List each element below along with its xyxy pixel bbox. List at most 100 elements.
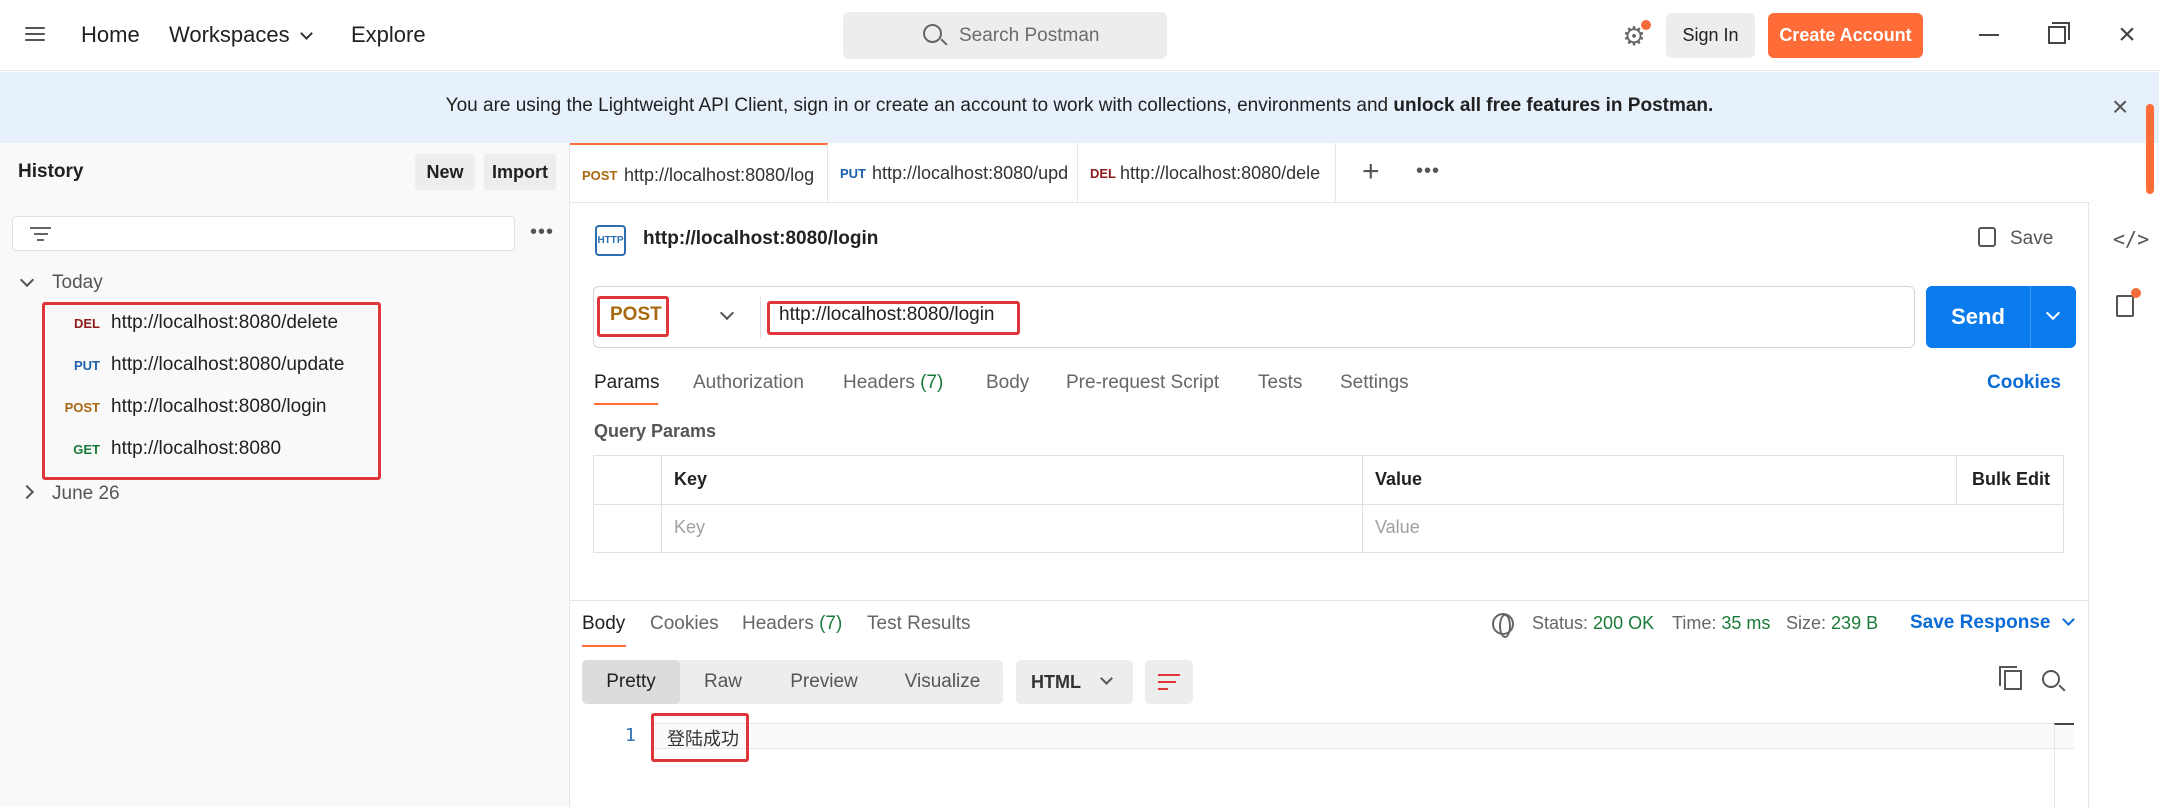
chevron-down-icon[interactable] bbox=[719, 305, 735, 321]
history-group-june-26[interactable]: June 26 bbox=[19, 483, 120, 505]
save-response-label: Save Response bbox=[1910, 612, 2051, 633]
nav-explore[interactable]: Explore bbox=[351, 22, 426, 48]
line-number: 1 bbox=[625, 725, 636, 746]
tab-params[interactable]: Params bbox=[594, 372, 659, 394]
highlight-box bbox=[597, 296, 669, 337]
language-label: HTML bbox=[1031, 672, 1081, 692]
request-title[interactable]: http://localhost:8080/login bbox=[643, 228, 878, 250]
column-header-key: Key bbox=[674, 469, 708, 489]
format-pretty[interactable]: Pretty bbox=[582, 660, 680, 704]
format-visualize[interactable]: Visualize bbox=[882, 660, 1003, 704]
status-readout[interactable]: Status: 200 OK bbox=[1532, 613, 1654, 634]
code-snippet-icon[interactable]: </> bbox=[2113, 227, 2149, 251]
cookies-link[interactable]: Cookies bbox=[1987, 372, 2061, 394]
headers-count: (7) bbox=[920, 372, 944, 393]
search-icon[interactable] bbox=[2042, 670, 2060, 688]
active-tab-indicator bbox=[594, 403, 658, 405]
copy-icon[interactable] bbox=[1999, 666, 2022, 690]
menu-icon[interactable] bbox=[25, 27, 45, 43]
banner-bold-message: unlock all free features in Postman. bbox=[1393, 95, 1714, 116]
format-preview[interactable]: Preview bbox=[766, 660, 882, 704]
close-window-icon[interactable]: × bbox=[2114, 20, 2140, 50]
method-badge: POST bbox=[582, 168, 618, 183]
globe-icon[interactable] bbox=[1492, 613, 1514, 638]
save-icon bbox=[1978, 227, 1996, 247]
documentation-icon[interactable] bbox=[2116, 288, 2141, 317]
time-value: 35 ms bbox=[1721, 613, 1771, 633]
tab-del-delete[interactable]: DEL http://localhost:8080/dele bbox=[1078, 143, 1336, 203]
send-button-divider bbox=[2030, 286, 2031, 348]
save-response-button[interactable]: Save Response bbox=[1910, 612, 2076, 634]
table-divider bbox=[594, 504, 2063, 505]
tab-response-headers[interactable]: Headers (7) bbox=[742, 613, 842, 635]
tab-tests[interactable]: Tests bbox=[1258, 372, 1302, 394]
search-bar[interactable]: Search Postman bbox=[843, 12, 1167, 59]
tab-url: http://localhost:8080/log bbox=[624, 165, 815, 185]
headers-count: (7) bbox=[819, 613, 843, 634]
tab-settings[interactable]: Settings bbox=[1340, 372, 1409, 394]
send-label: Send bbox=[1951, 304, 2005, 329]
tab-url: http://localhost:8080/upd bbox=[872, 163, 1069, 183]
highlight-box bbox=[42, 302, 381, 480]
key-input[interactable]: Key bbox=[674, 517, 705, 538]
tab-test-results[interactable]: Test Results bbox=[867, 613, 970, 635]
bulk-edit-button[interactable]: Bulk Edit bbox=[1972, 469, 2050, 490]
import-button[interactable]: Import bbox=[484, 154, 556, 190]
status-value: 200 OK bbox=[1593, 613, 1655, 633]
response-divider[interactable] bbox=[570, 600, 2088, 601]
notification-dot bbox=[1641, 20, 1651, 30]
chevron-down-icon bbox=[1100, 672, 1113, 685]
wrap-lines-icon bbox=[1158, 674, 1180, 676]
tab-headers[interactable]: Headers (7) bbox=[843, 372, 943, 394]
active-tab-indicator bbox=[582, 645, 626, 647]
new-button[interactable]: New bbox=[415, 154, 475, 190]
tab-post-login[interactable]: POST http://localhost:8080/log bbox=[570, 143, 828, 203]
scrollbar-thumb[interactable] bbox=[2146, 104, 2154, 194]
chevron-down-icon bbox=[19, 272, 35, 288]
settings-gear-icon[interactable]: ⚙ bbox=[1620, 20, 1651, 50]
chevron-down-icon[interactable] bbox=[2045, 305, 2061, 321]
save-button[interactable]: Save bbox=[1978, 227, 2053, 250]
history-filter-input[interactable] bbox=[12, 216, 515, 251]
tab-response-body[interactable]: Body bbox=[582, 613, 625, 635]
chevron-down-icon bbox=[299, 27, 313, 40]
send-button[interactable]: Send bbox=[1926, 286, 2076, 348]
tab-response-cookies[interactable]: Cookies bbox=[650, 613, 719, 635]
editor-line bbox=[650, 723, 2074, 749]
create-account-button[interactable]: Create Account bbox=[1768, 13, 1923, 58]
new-tab-icon[interactable]: + bbox=[1362, 155, 1380, 189]
time-readout[interactable]: Time: 35 ms bbox=[1672, 613, 1770, 634]
search-placeholder: Search Postman bbox=[959, 25, 1100, 46]
history-sidebar: History New Import ••• Today DEL http://… bbox=[0, 143, 570, 807]
tabs-more-icon[interactable]: ••• bbox=[1416, 160, 1440, 183]
size-readout[interactable]: Size: 239 B bbox=[1786, 613, 1878, 634]
nav-workspaces[interactable]: Workspaces bbox=[169, 22, 313, 48]
tab-authorization[interactable]: Authorization bbox=[693, 372, 804, 394]
restore-window-icon[interactable] bbox=[2048, 22, 2070, 44]
right-sidebar: </> bbox=[2088, 203, 2159, 807]
size-value: 239 B bbox=[1831, 613, 1879, 633]
tab-body[interactable]: Body bbox=[986, 372, 1029, 394]
minimize-window-icon[interactable] bbox=[1979, 34, 1999, 36]
sidebar-more-icon[interactable]: ••• bbox=[530, 221, 554, 244]
request-tabs: POST http://localhost:8080/log PUT http:… bbox=[570, 143, 2090, 203]
query-params-table: Key Value Bulk Edit Key Value bbox=[593, 455, 2064, 553]
value-input[interactable]: Value bbox=[1375, 517, 1420, 538]
sign-in-button[interactable]: Sign In bbox=[1666, 13, 1755, 58]
banner-text: You are using the Lightweight API Client… bbox=[0, 95, 2159, 117]
nav-home[interactable]: Home bbox=[81, 22, 140, 48]
banner-close-icon[interactable]: × bbox=[2112, 91, 2128, 123]
http-request-icon: HTTP bbox=[595, 225, 626, 256]
history-group-today[interactable]: Today bbox=[19, 272, 103, 294]
info-banner: You are using the Lightweight API Client… bbox=[0, 72, 2159, 143]
tab-pre-request-script[interactable]: Pre-request Script bbox=[1066, 372, 1219, 394]
table-divider bbox=[661, 456, 662, 552]
chevron-right-icon bbox=[19, 484, 35, 500]
format-raw[interactable]: Raw bbox=[680, 660, 766, 704]
column-header-value: Value bbox=[1375, 469, 1423, 489]
time-label: Time: bbox=[1672, 613, 1717, 633]
format-selector: Pretty Raw Preview Visualize bbox=[582, 660, 1003, 704]
tab-put-update[interactable]: PUT http://localhost:8080/upd bbox=[828, 143, 1078, 203]
language-select[interactable]: HTML bbox=[1016, 660, 1133, 704]
wrap-lines-button[interactable] bbox=[1145, 660, 1193, 704]
